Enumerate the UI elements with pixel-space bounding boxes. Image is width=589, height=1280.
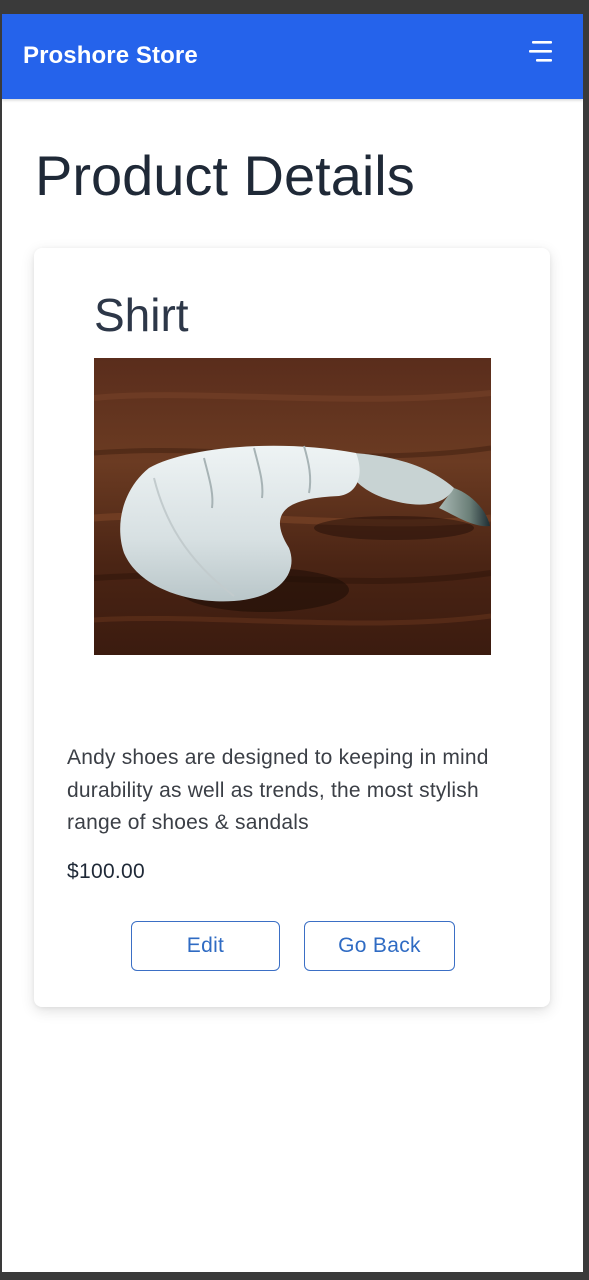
- product-price: $100.00: [67, 860, 146, 883]
- product-image: [94, 358, 491, 655]
- page-title: Product Details: [35, 144, 415, 207]
- edit-button[interactable]: Edit: [131, 921, 280, 971]
- app-screen: Proshore Store Product Details Shirt And…: [2, 14, 583, 1272]
- hamburger-menu-icon[interactable]: [526, 38, 560, 68]
- product-description: Andy shoes are designed to keeping in mi…: [67, 746, 489, 834]
- app-bar: Proshore Store: [2, 14, 583, 99]
- product-card: Shirt Andy shoes are designed to keeping…: [34, 248, 550, 1007]
- product-name: Shirt: [94, 289, 189, 341]
- go-back-button[interactable]: Go Back: [304, 921, 455, 971]
- brand-title[interactable]: Proshore Store: [23, 42, 198, 70]
